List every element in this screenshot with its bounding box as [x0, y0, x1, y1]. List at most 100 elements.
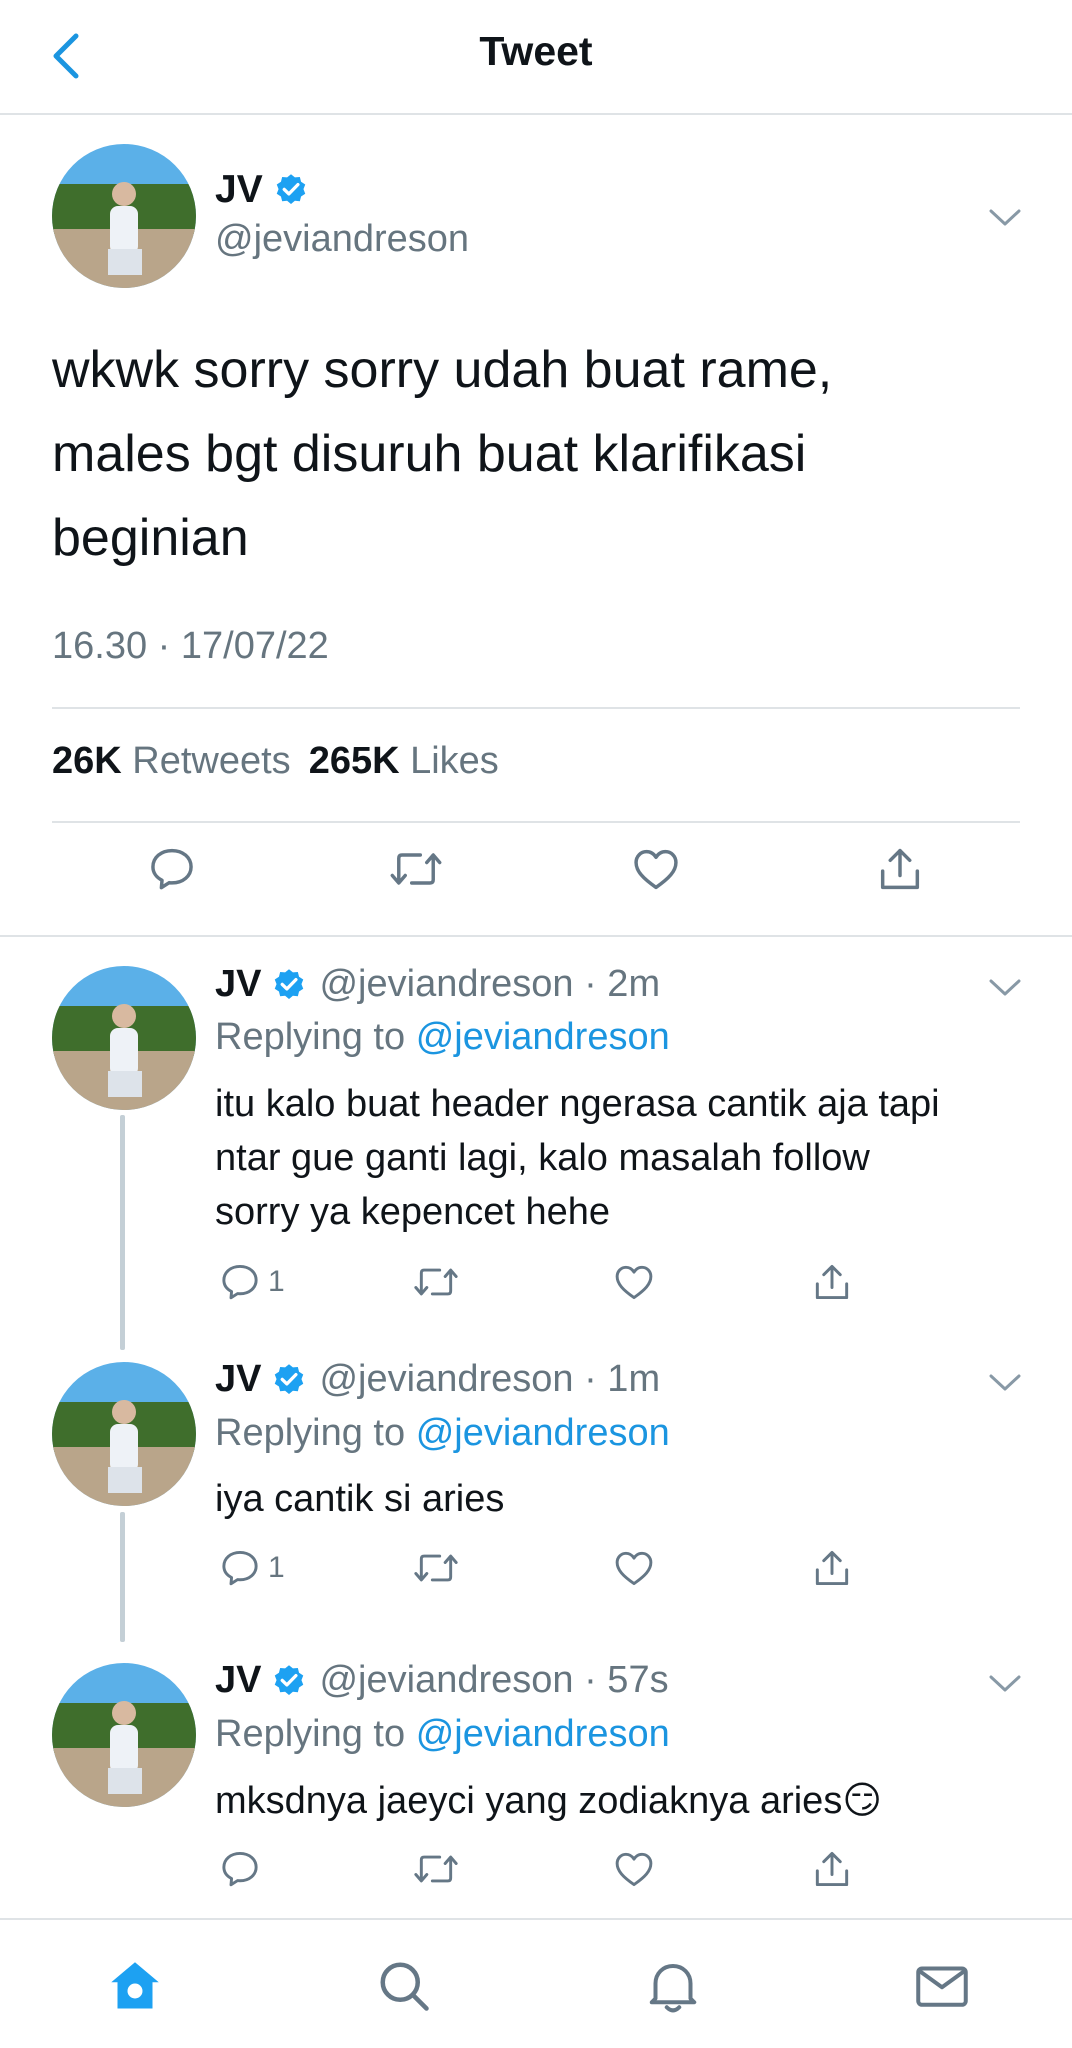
mail-icon — [916, 1966, 968, 2007]
reply-text-line: ntar gue ganti lagi, kalo masalah follow — [215, 1137, 870, 1179]
like-button[interactable] — [612, 1260, 656, 1304]
retweet-icon — [414, 1554, 458, 1582]
replying-to-label: Replying to — [215, 1713, 406, 1755]
reply-actions: 1 — [0, 1546, 1072, 1616]
reply-count: 1 — [268, 1551, 285, 1584]
divider — [52, 707, 1020, 709]
heart-icon — [615, 1265, 653, 1300]
bottom-tab-bar — [0, 1918, 1072, 2048]
share-button[interactable] — [810, 1260, 854, 1304]
avatar[interactable] — [52, 144, 196, 288]
reply-text-line: mksdnya jaeyci yang zodiaknya aries😏 — [215, 1780, 882, 1822]
author-name[interactable]: JV — [215, 1659, 261, 1702]
retweet-icon — [390, 853, 442, 885]
reply-text: mksdnya jaeyci yang zodiaknya aries😏 — [215, 1774, 1035, 1828]
author-name[interactable]: JV — [215, 1358, 261, 1401]
mention-link[interactable]: @jeviandreson — [416, 1016, 670, 1058]
author-name[interactable]: JV — [215, 168, 309, 212]
tweet-timestamp: 16.30 · 17/07/22 — [52, 625, 329, 667]
share-icon — [815, 1851, 849, 1887]
tab-search[interactable] — [374, 1956, 434, 2016]
replying-to-label: Replying to — [215, 1016, 406, 1058]
avatar[interactable] — [52, 1663, 196, 1807]
reply-icon — [222, 1550, 258, 1586]
retweet-button[interactable] — [412, 1546, 460, 1590]
like-button[interactable] — [612, 1847, 656, 1891]
reply-button[interactable]: 1 — [218, 1546, 285, 1590]
share-button[interactable] — [810, 1847, 854, 1891]
reply-header: JV @jeviandreson · 57s — [215, 1659, 669, 1702]
verified-badge-icon — [276, 174, 305, 204]
replying-to-label: Replying to — [215, 1412, 406, 1454]
heart-icon — [615, 1551, 653, 1586]
reply-icon — [222, 1264, 258, 1300]
reply-text-line: itu kalo buat header ngerasa cantik aja … — [215, 1083, 940, 1125]
replying-to: Replying to @jeviandreson — [215, 1016, 670, 1059]
reply-count: 1 — [268, 1265, 285, 1298]
retweet-button[interactable] — [412, 1260, 460, 1304]
tweet-stats: 26K Retweets 265K Likes — [52, 740, 499, 783]
replying-to: Replying to @jeviandreson — [215, 1412, 670, 1455]
reply-text: itu kalo buat header ngerasa cantik aja … — [215, 1077, 1035, 1239]
author-name[interactable]: JV — [215, 963, 261, 1006]
heart-icon — [634, 849, 678, 890]
avatar[interactable] — [52, 966, 196, 1110]
tweet-text: wkwk sorry sorry udah buat rame, males b… — [52, 328, 1012, 580]
retweet-icon — [414, 1268, 458, 1296]
author-handle-time[interactable]: @jeviandreson · 2m — [319, 963, 660, 1006]
avatar[interactable] — [52, 1362, 196, 1506]
verified-badge-icon — [275, 1363, 304, 1394]
heart-icon — [615, 1852, 653, 1887]
chevron-down-icon[interactable] — [985, 967, 1025, 1007]
retweet-button[interactable] — [412, 1847, 460, 1891]
tweet-text-line: wkwk sorry sorry udah buat rame, — [52, 341, 833, 399]
reply-icon — [222, 1851, 258, 1887]
reply-button[interactable] — [218, 1847, 262, 1891]
share-icon — [815, 1264, 849, 1300]
retweets-label: Retweets — [132, 740, 291, 782]
top-bar: Tweet — [0, 0, 1072, 115]
mention-link[interactable]: @jeviandreson — [416, 1713, 670, 1755]
chevron-down-icon[interactable] — [985, 1362, 1025, 1402]
chevron-down-icon[interactable] — [985, 1663, 1025, 1703]
reply-text-line: iya cantik si aries — [215, 1478, 505, 1520]
reply-button[interactable]: 1 — [218, 1260, 285, 1304]
author-handle-time[interactable]: @jeviandreson · 1m — [319, 1358, 660, 1401]
reply-text: iya cantik si aries — [215, 1472, 1035, 1526]
verified-badge-icon — [275, 968, 304, 999]
mention-link[interactable]: @jeviandreson — [416, 1412, 670, 1454]
verified-badge-icon — [275, 1664, 304, 1695]
like-button[interactable] — [612, 1546, 656, 1590]
share-button[interactable] — [810, 1546, 854, 1590]
likes-stat[interactable]: 265K Likes — [309, 740, 499, 782]
page-title: Tweet — [479, 28, 593, 74]
author-name-text: JV — [215, 168, 263, 211]
retweet-button[interactable] — [388, 843, 444, 895]
tab-notifications[interactable] — [643, 1956, 703, 2016]
tweet-text-line: males bgt disuruh buat klarifikasi — [52, 425, 807, 483]
divider — [0, 935, 1072, 937]
chevron-down-icon[interactable] — [985, 197, 1025, 237]
reply-button[interactable] — [146, 843, 198, 895]
home-icon — [111, 1962, 159, 2009]
retweets-stat[interactable]: 26K Retweets — [52, 740, 291, 782]
share-button[interactable] — [874, 843, 926, 895]
like-button[interactable] — [630, 843, 682, 895]
share-icon — [880, 848, 920, 890]
reply-header: JV @jeviandreson · 2m — [215, 963, 660, 1006]
reply-text-line: sorry ya kepencet hehe — [215, 1191, 611, 1233]
reply-actions — [0, 1847, 1072, 1917]
search-icon — [380, 1962, 429, 2011]
tweet-actions — [0, 843, 1072, 913]
author-handle-time[interactable]: @jeviandreson · 57s — [319, 1659, 668, 1702]
tab-home[interactable] — [105, 1956, 165, 2016]
retweets-count: 26K — [52, 740, 122, 782]
tab-messages[interactable] — [912, 1956, 972, 2016]
reply-actions: 1 — [0, 1260, 1072, 1330]
author-handle[interactable]: @jeviandreson — [215, 218, 469, 261]
reply-header: JV @jeviandreson · 1m — [215, 1358, 660, 1401]
reply-icon — [151, 848, 193, 890]
divider — [52, 821, 1020, 823]
retweet-icon — [414, 1855, 458, 1883]
likes-label: Likes — [410, 740, 499, 782]
